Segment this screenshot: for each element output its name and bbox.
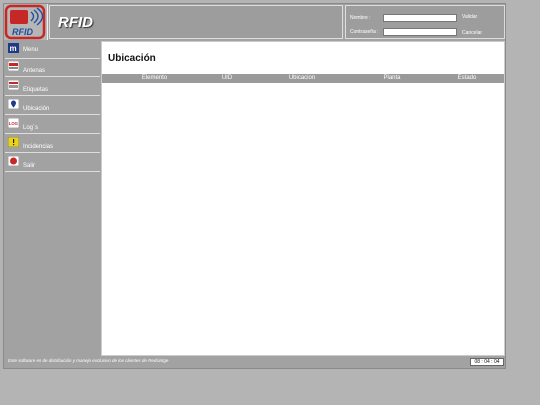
name-label: Nombre :: [350, 15, 371, 21]
page-title: Ubicación: [108, 53, 156, 64]
password-label: Contraseña :: [350, 29, 379, 35]
app-frame: RFID RFID Nombre : Validar Contraseña : …: [3, 3, 506, 369]
sidebar-item-menu[interactable]: m Menu: [5, 41, 100, 59]
sidebar-item-incidencias[interactable]: Incidencias: [5, 135, 100, 153]
location-icon: [8, 99, 19, 109]
sidebar: m Menu Antenas Etiquetas Ubicación LOG L…: [5, 41, 100, 356]
app-title: RFID: [58, 14, 93, 31]
menu-icon: m: [8, 43, 19, 53]
cancel-button[interactable]: Cancelar: [462, 30, 482, 36]
sidebar-item-salir[interactable]: Salir: [5, 154, 100, 172]
footer-text: Este software es de distribución y manej…: [8, 358, 169, 363]
column-header-ubicacion: Ubicacion: [288, 75, 316, 81]
validate-button[interactable]: Validar: [462, 14, 477, 20]
log-icon: LOG: [8, 118, 19, 128]
footer: Este software es de distribución y manej…: [5, 357, 505, 368]
column-header-planta: Planta: [383, 75, 401, 81]
rfid-logo-icon: RFID: [4, 4, 46, 40]
column-header-estado: Estado: [457, 75, 477, 81]
title-bar: RFID: [49, 5, 343, 39]
svg-text:LOG: LOG: [9, 121, 18, 126]
exit-icon: [8, 156, 19, 166]
sidebar-item-label: Antenas: [23, 68, 46, 74]
sidebar-item-label: Menu: [23, 47, 39, 53]
sidebar-item-label: Ubicación: [23, 106, 50, 112]
sidebar-item-etiquetas[interactable]: Etiquetas: [5, 78, 100, 96]
column-header-uid: UID: [221, 75, 233, 81]
main-content: Ubicación Elemento UID Ubicacion Planta …: [101, 41, 505, 356]
tag-icon: [8, 80, 19, 90]
sidebar-item-label: Log´s: [23, 125, 39, 131]
column-header-elemento: Elemento: [141, 75, 168, 81]
sidebar-item-logs[interactable]: LOG Log´s: [5, 116, 100, 134]
name-field[interactable]: [383, 14, 457, 22]
sidebar-item-label: Salir: [23, 163, 36, 169]
svg-text:m: m: [10, 44, 17, 53]
sidebar-item-antenas[interactable]: Antenas: [5, 59, 100, 77]
logo-text: RFID: [12, 27, 33, 37]
logo: RFID: [4, 4, 48, 40]
sidebar-item-label: Etiquetas: [23, 87, 49, 93]
sidebar-item-ubicacion[interactable]: Ubicación: [5, 97, 100, 115]
clock: 08 : 04 : 04: [470, 358, 504, 366]
table-header: Elemento UID Ubicacion Planta Estado: [102, 74, 504, 83]
antenna-icon: [8, 61, 19, 71]
login-panel: Nombre : Validar Contraseña : Cancelar: [345, 5, 505, 39]
warning-icon: [8, 137, 19, 147]
sidebar-item-label: Incidencias: [23, 144, 54, 150]
password-field[interactable]: [383, 28, 457, 36]
